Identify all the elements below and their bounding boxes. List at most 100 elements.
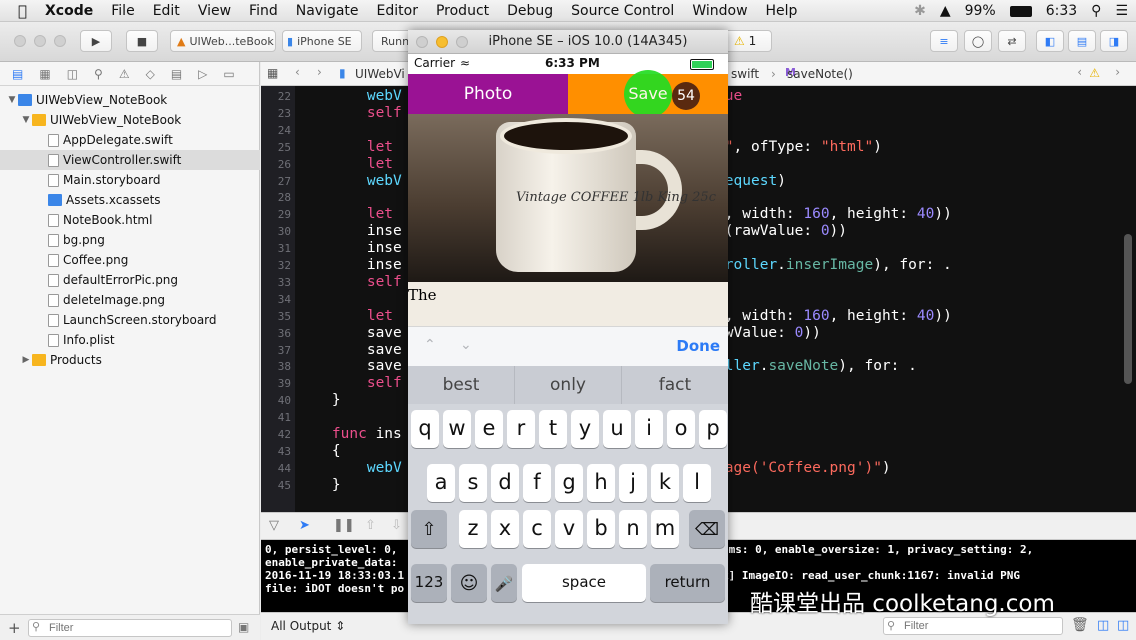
key-e[interactable]: e [475, 410, 503, 448]
key-m[interactable]: m [651, 510, 679, 548]
dictation-key[interactable]: 🎤 [491, 564, 517, 602]
tree-file[interactable]: Info.plist [0, 330, 260, 350]
navigator-toggle[interactable]: ◧ [1036, 30, 1064, 52]
standard-editor-button[interactable]: ≡ [930, 30, 958, 52]
tree-file[interactable]: NoteBook.html [0, 210, 260, 230]
key-o[interactable]: o [667, 410, 695, 448]
key-j[interactable]: j [619, 464, 647, 502]
back-icon[interactable]: ‹ [295, 65, 300, 79]
bluetooth-icon[interactable]: ✱ [914, 3, 926, 19]
breakpoints-toggle-icon[interactable]: ➤ [299, 518, 310, 533]
scheme-selector[interactable]: ▲ UIWeb...teBook [170, 30, 276, 52]
key-t[interactable]: t [539, 410, 567, 448]
editor-scrollbar[interactable] [1124, 234, 1132, 384]
folder-icon[interactable]: ▤ [12, 67, 23, 81]
report-icon[interactable]: ▭ [223, 67, 234, 81]
key-n[interactable]: n [619, 510, 647, 548]
menu-debug[interactable]: Debug [507, 3, 553, 19]
tree-file[interactable]: LaunchScreen.storyboard [0, 310, 260, 330]
trash-icon[interactable]: 🗑 [1071, 617, 1089, 633]
key-r[interactable]: r [507, 410, 535, 448]
done-button[interactable]: Done [676, 337, 720, 355]
step-over-icon[interactable]: ⇧ [365, 518, 376, 533]
key-q[interactable]: q [411, 410, 439, 448]
menu-product[interactable]: Product [436, 3, 489, 19]
test-icon[interactable]: ◇ [146, 67, 155, 81]
key-h[interactable]: h [587, 464, 615, 502]
forward-icon[interactable]: › [317, 65, 322, 79]
key-i[interactable]: i [635, 410, 663, 448]
debug-area-toggle[interactable]: ▤ [1068, 30, 1096, 52]
tree-file-selected[interactable]: ViewController.swift [0, 150, 260, 170]
breakpoint-icon[interactable]: ▷ [198, 67, 207, 81]
window-close-button[interactable] [14, 35, 26, 47]
key-v[interactable]: v [555, 510, 583, 548]
prediction-2[interactable]: only [515, 366, 622, 404]
key-a[interactable]: a [427, 464, 455, 502]
menu-source-control[interactable]: Source Control [571, 3, 674, 19]
console-panel-icon[interactable]: ◫ [1117, 618, 1129, 633]
step-into-icon[interactable]: ⇩ [391, 518, 402, 533]
jumpbar-function[interactable]: saveNote() [787, 67, 853, 81]
key-w[interactable]: w [443, 410, 471, 448]
key-d[interactable]: d [491, 464, 519, 502]
menu-find[interactable]: Find [249, 3, 278, 19]
delete-key[interactable]: ⌫ [689, 510, 725, 548]
menu-file[interactable]: File [111, 3, 134, 19]
emoji-key[interactable]: ☺ [451, 564, 487, 602]
tree-group[interactable]: ▼ UIWebView_NoteBook [0, 110, 260, 130]
menu-editor[interactable]: Editor [377, 3, 418, 19]
tree-file[interactable]: bg.png [0, 230, 260, 250]
related-items-icon[interactable]: ▦ [267, 66, 278, 80]
next-field-icon[interactable]: ⌄ [460, 337, 472, 353]
stop-button[interactable]: ■ [126, 30, 158, 52]
note-editor[interactable]: The [408, 282, 728, 326]
shift-key[interactable]: ⇧ [411, 510, 447, 548]
tree-file[interactable]: AppDelegate.swift [0, 130, 260, 150]
window-zoom-button[interactable] [54, 35, 66, 47]
spotlight-icon[interactable]: ⚲ [1091, 3, 1101, 19]
console-filter-input[interactable] [883, 617, 1063, 635]
note-text[interactable]: The [408, 286, 437, 304]
wifi-icon[interactable]: ▲ [940, 3, 951, 19]
simulator-close-button[interactable] [416, 36, 428, 48]
tree-file[interactable]: Coffee.png [0, 250, 260, 270]
simulator-minimize-button[interactable] [436, 36, 448, 48]
key-z[interactable]: z [459, 510, 487, 548]
disclosure-closed-icon[interactable]: ▶ [20, 355, 32, 365]
key-b[interactable]: b [587, 510, 615, 548]
warning-indicator[interactable]: ⚠ 1 [734, 34, 756, 48]
assistant-editor-button[interactable]: ◯ [964, 30, 992, 52]
key-c[interactable]: c [523, 510, 551, 548]
battery-icon[interactable] [1009, 5, 1032, 17]
menu-navigate[interactable]: Navigate [296, 3, 359, 19]
split-view-icon[interactable]: ◫ [1097, 618, 1109, 633]
simulator-zoom-button[interactable] [456, 36, 468, 48]
tree-products[interactable]: ▶ Products [0, 350, 260, 370]
key-u[interactable]: u [603, 410, 631, 448]
prediction-3[interactable]: fact [622, 366, 728, 404]
numbers-key[interactable]: 123 [411, 564, 447, 602]
key-x[interactable]: x [491, 510, 519, 548]
menu-view[interactable]: View [198, 3, 231, 19]
photo-button[interactable]: Photo [408, 74, 568, 114]
apple-icon[interactable]:  [18, 2, 27, 20]
jumpbar-file[interactable]: swift [731, 67, 759, 81]
output-selector[interactable]: All Output ⇕ [271, 619, 345, 633]
tree-file[interactable]: deleteImage.png [0, 290, 260, 310]
run-button[interactable]: ▶ [80, 30, 112, 52]
symbol-icon[interactable]: ◫ [67, 67, 78, 81]
recent-files-icon[interactable]: ▣ [238, 620, 249, 634]
space-key[interactable]: space [522, 564, 646, 602]
add-icon[interactable]: + [8, 619, 21, 637]
notification-center-icon[interactable]: ☰ [1115, 3, 1128, 19]
previous-issue-icon[interactable]: ‹ [1077, 65, 1082, 79]
disclosure-open-icon[interactable]: ▼ [6, 95, 18, 105]
tree-file[interactable]: Assets.xcassets [0, 190, 260, 210]
key-p[interactable]: p [699, 410, 727, 448]
save-button-label[interactable]: Save [624, 70, 672, 118]
tree-project[interactable]: ▼ UIWebView_NoteBook [0, 90, 260, 110]
debug-icon[interactable]: ▤ [171, 67, 182, 81]
disclosure-open-icon[interactable]: ▼ [20, 115, 32, 125]
menu-app[interactable]: Xcode [45, 3, 93, 19]
